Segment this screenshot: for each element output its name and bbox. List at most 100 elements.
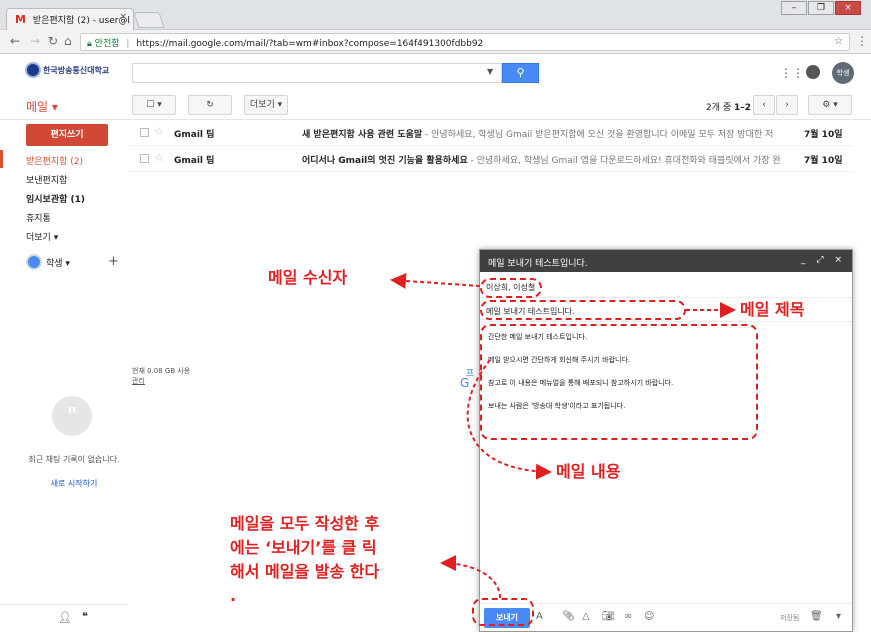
tab-title: 받은편지함 (2) - user@l [32,16,130,26]
home-icon[interactable]: ⌂ [64,34,72,48]
mail-toolbar: 메일 ▾ ☐ ▾ ↻ 더보기 ▾ 2개 중 1–2 ‹ › ⚙ ▾ [0,92,871,120]
address-bar: ← → ↻ ⌂ 🔒︎ 안전함 | https://mail.google.com… [0,30,871,54]
row-checkbox[interactable] [140,154,149,163]
contacts-icon[interactable]: 👤︎ [58,611,72,624]
google-logo-peek: G [460,376,470,390]
table-row[interactable]: ☆ Gmail 팀 새 받은편지함 사용 관련 도움말 - 안녕하세요, 학생님… [128,120,853,146]
storage-manage-link[interactable]: 관리 [132,376,190,386]
compose-footer: 보내기 A 📎︎ △ 📷︎ ∞ ☺ 저장됨 🗑︎ ▾ [480,603,852,631]
logo-text: 한국방송통신대학교 [43,65,110,75]
hangouts-user[interactable]: 학생 ▾ [26,254,70,270]
annotation-box-subject [480,300,686,320]
user-avatar-icon [26,254,42,270]
university-logo[interactable]: 한국방송통신대학교 [25,62,109,78]
email-subject-line: 어디서나 Gmail의 멋진 기능을 활용하세요 - 안녕하세요, 학생님 Gm… [302,153,782,166]
storage-info: 현재 0.08 GB 사용 관리 [132,366,190,386]
more-button[interactable]: 더보기 ▾ [244,95,288,115]
bookmark-star-icon[interactable]: ☆ [834,36,843,47]
formatting-icon[interactable]: A [536,611,543,622]
table-row[interactable]: ☆ Gmail 팀 어디서나 Gmail의 멋진 기능을 활용하세요 - 안녕하… [128,146,853,172]
emoji-icon[interactable]: ☺ [644,611,654,622]
settings-button[interactable]: ⚙ ▾ [808,95,852,115]
email-snippet: - 안녕하세요, 학생님 Gmail 앱을 다운로드하세요! 휴대전화와 태블릿… [467,156,781,166]
attach-icon[interactable]: 📎︎ [562,611,575,622]
sidebar-bottom-bar: 👤︎ ❝ [0,604,128,632]
saved-status: 저장됨 [780,614,800,622]
storage-usage: 현재 0.08 GB 사용 [132,367,191,375]
email-subject: 새 받은편지함 사용 관련 도움말 [302,130,423,140]
avatar[interactable]: 학생 [832,62,854,84]
email-date: 7월 10일 [804,156,843,166]
lock-icon: 🔒︎ [87,39,92,49]
secure-label: 안전함 [94,39,120,49]
new-chat-link[interactable]: 새로 시작하기 [28,478,120,489]
trash-icon[interactable]: 🗑︎ [810,611,823,622]
compose-title: 메일 보내기 테스트입니다. [488,259,588,269]
search-input[interactable] [132,63,502,83]
sidebar-item-sent[interactable]: 보낸편지함 [26,173,67,186]
email-snippet: - 안녕하세요, 학생님 Gmail 받은편지함에 오신 것을 환영합니다 이메… [422,130,774,140]
count-prefix: 2개 중 [706,103,732,113]
annotation-send-line: 해서 메일을 발송 한다 [230,562,380,581]
url-input[interactable]: 🔒︎ 안전함 | https://mail.google.com/mail/?t… [80,33,850,51]
more-options-icon[interactable]: ▾ [836,611,841,622]
no-chat-text: 최근 채팅 기록이 없습니다. [28,455,120,464]
drive-icon[interactable]: △ [582,611,590,622]
annotation-send-line: . [230,586,237,605]
sidebar: 편지쓰기 받은편지함 (2) 보낸편지함 임시보관함 (1) 휴지통 더보기 ▾… [0,120,128,632]
notifications-icon[interactable] [806,65,820,79]
select-checkbox-dropdown[interactable]: ☐ ▾ [132,95,176,115]
new-tab-button[interactable] [133,12,165,28]
sidebar-item-more[interactable]: 더보기 ▾ [26,230,58,243]
browser-tab-bar: M 받은편지함 (2) - user@l × – ❐ × [0,0,871,30]
next-page-button[interactable]: › [776,95,798,115]
email-date: 7월 10일 [804,130,843,140]
compose-header[interactable]: 메일 보내기 테스트입니다. _ ⤢ × [480,250,852,272]
forward-icon[interactable]: → [30,34,40,48]
compose-window-controls[interactable]: _ ⤢ × [801,255,846,265]
browser-tab-inbox[interactable]: M 받은편지함 (2) - user@l × [6,8,134,30]
tab-close-icon[interactable]: × [119,12,127,22]
gmail-logo-icon: M [15,13,26,26]
email-subject: 어디서나 Gmail의 멋진 기능을 활용하세요 [302,156,468,166]
hangouts-user-name: 학생 ▾ [46,258,70,269]
hangouts-icon[interactable]: ❝ [82,610,88,623]
annotation-box-content [480,324,758,440]
star-icon[interactable]: ☆ [154,151,164,164]
search-icon: ⚲ [516,66,525,79]
email-sender: Gmail 팀 [174,156,215,166]
arrow-recipient [390,272,481,289]
prev-page-button[interactable]: ‹ [753,95,775,115]
reload-icon[interactable]: ↻ [48,34,58,48]
url-divider: | [126,39,130,49]
sidebar-item-drafts[interactable]: 임시보관함 (1) [26,192,85,205]
sidebar-item-inbox[interactable]: 받은편지함 (2) [26,154,83,167]
search-button[interactable]: ⚲ [502,63,539,83]
annotation-send-instruction: 메일을 모두 작성한 후 에는 ‘보내기’를 클 릭 해서 메일을 발송 한다 … [230,512,379,608]
annotation-box-send [472,598,534,626]
annotation-send-line: 에는 ‘보내기’를 클 릭 [230,538,377,557]
close-window-icon[interactable]: × [835,1,861,15]
restore-icon[interactable]: ❐ [808,1,834,15]
refresh-button[interactable]: ↻ [188,95,232,115]
page-count: 2개 중 1–2 [706,100,751,113]
back-icon[interactable]: ← [10,34,20,48]
chat-bubble-icon: " [52,396,92,436]
browser-menu-icon[interactable]: ⋮ [856,34,868,48]
gmail-header: 한국방송통신대학교 ▼ ⚲ ⋮⋮⋮ 학생 [0,54,871,92]
annotation-subject: 메일 제목 [740,300,805,319]
annotation-box-recipient [480,278,542,298]
mail-app-switcher[interactable]: 메일 ▾ [26,98,58,115]
search-options-icon[interactable]: ▼ [487,67,493,76]
link-icon[interactable]: ∞ [624,611,632,622]
compose-button[interactable]: 편지쓰기 [26,124,108,146]
add-chat-icon[interactable]: + [108,254,119,269]
photo-icon[interactable]: 📷︎ [602,611,615,622]
star-icon[interactable]: ☆ [154,125,164,138]
count-range: 1–2 [734,103,752,113]
row-checkbox[interactable] [140,128,149,137]
sidebar-item-trash[interactable]: 휴지통 [26,211,51,224]
minimize-icon[interactable]: – [781,1,807,15]
email-subject-line: 새 받은편지함 사용 관련 도움말 - 안녕하세요, 학생님 Gmail 받은편… [302,127,782,140]
active-indicator [0,150,3,168]
